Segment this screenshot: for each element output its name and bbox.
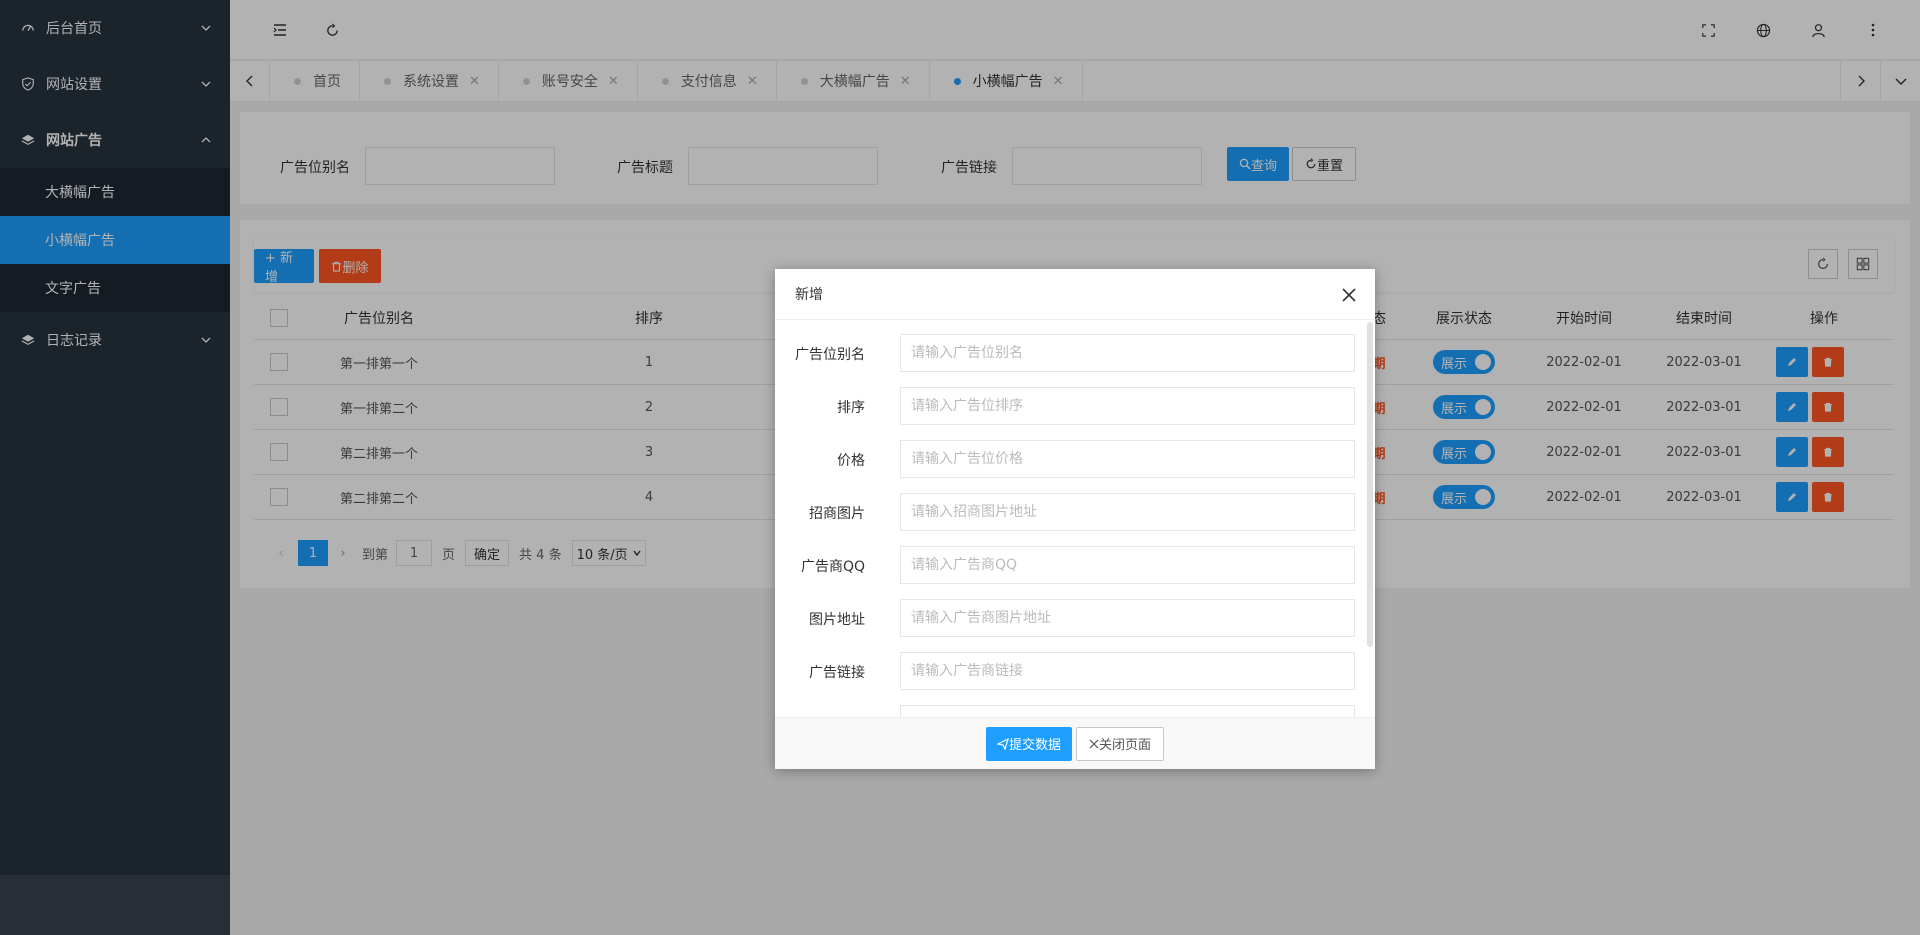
sort-input[interactable] bbox=[900, 387, 1355, 425]
ad-link-input[interactable] bbox=[900, 652, 1355, 690]
dialog-body: 广告位别名 排序 价格 招商图片 广告商QQ 图片地址 广告链接 bbox=[775, 320, 1375, 717]
dialog-scrollbar[interactable] bbox=[1367, 322, 1373, 647]
form-label-price: 价格 bbox=[837, 453, 865, 469]
submit-button-label: 提交数据 bbox=[1009, 738, 1062, 753]
form-label-sort: 排序 bbox=[837, 400, 865, 416]
send-icon bbox=[997, 737, 1009, 750]
form-label-image-url: 图片地址 bbox=[809, 612, 865, 628]
dialog-footer: 提交数据 关闭页面 bbox=[775, 717, 1375, 769]
close-page-button-label: 关闭页面 bbox=[1098, 738, 1151, 753]
dialog-header: 新增 bbox=[775, 269, 1375, 320]
form-label-ad-link: 广告链接 bbox=[809, 665, 865, 681]
form-row-partial bbox=[775, 705, 1355, 717]
alias-input[interactable] bbox=[900, 334, 1355, 372]
form-row-advertiser-qq: 广告商QQ bbox=[775, 546, 1355, 584]
form-row-alias: 广告位别名 bbox=[775, 334, 1355, 372]
next-field-input[interactable] bbox=[900, 705, 1355, 717]
form-row-price: 价格 bbox=[775, 440, 1355, 478]
dialog-title: 新增 bbox=[795, 287, 823, 303]
form-row-ad-link: 广告链接 bbox=[775, 652, 1355, 690]
add-dialog: 新增 广告位别名 排序 价格 招商图片 广告商QQ 图片地址 bbox=[775, 269, 1375, 769]
form-label-recruit-image: 招商图片 bbox=[809, 506, 865, 522]
close-icon[interactable] bbox=[1339, 285, 1359, 305]
image-url-input[interactable] bbox=[900, 599, 1355, 637]
price-input[interactable] bbox=[900, 440, 1355, 478]
recruit-image-input[interactable] bbox=[900, 493, 1355, 531]
form-row-sort: 排序 bbox=[775, 387, 1355, 425]
close-page-button[interactable]: 关闭页面 bbox=[1076, 726, 1164, 761]
form-label-alias: 广告位别名 bbox=[795, 347, 865, 363]
close-icon bbox=[1089, 739, 1099, 748]
form-row-recruit-image: 招商图片 bbox=[775, 493, 1355, 531]
advertiser-qq-input[interactable] bbox=[900, 546, 1355, 584]
submit-button[interactable]: 提交数据 bbox=[986, 726, 1072, 761]
form-row-image-url: 图片地址 bbox=[775, 599, 1355, 637]
form-label-advertiser-qq: 广告商QQ bbox=[800, 559, 865, 575]
